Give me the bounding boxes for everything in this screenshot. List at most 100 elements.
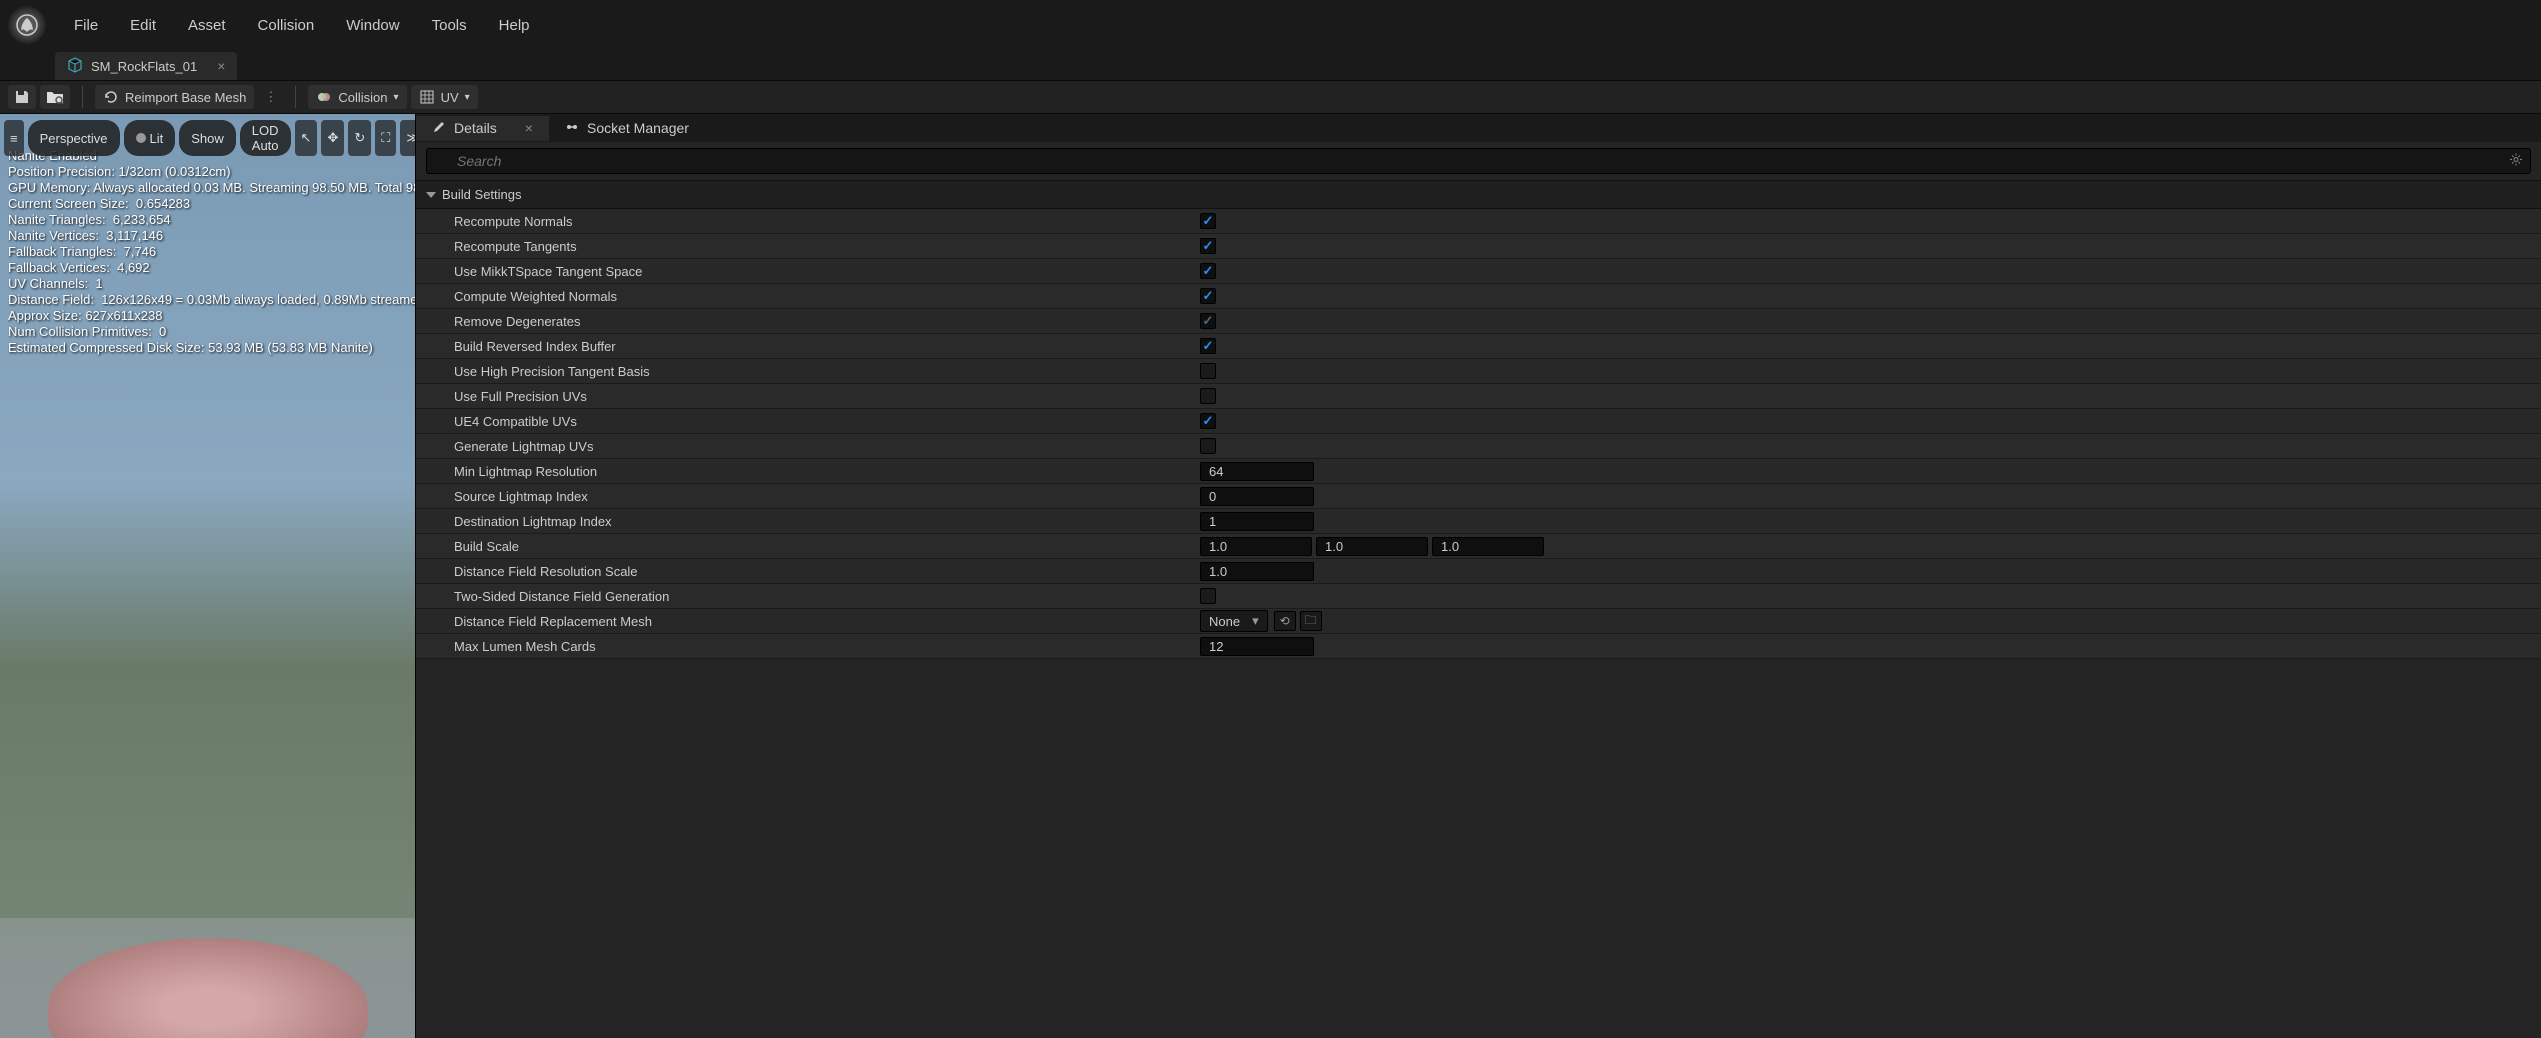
property-row: Compute Weighted Normals	[416, 284, 2541, 309]
details-tab[interactable]: Details ×	[416, 116, 549, 141]
panel-tabs: Details × Socket Manager	[416, 114, 2541, 142]
close-icon[interactable]: ×	[525, 120, 533, 136]
property-label: Distance Field Resolution Scale	[416, 564, 1188, 579]
uv-label: UV	[441, 90, 459, 105]
property-row: Use High Precision Tangent Basis	[416, 359, 2541, 384]
static-mesh-icon	[67, 57, 83, 76]
number-input[interactable]	[1200, 537, 1312, 556]
property-row: Two-Sided Distance Field Generation	[416, 584, 2541, 609]
property-label: Source Lightmap Index	[416, 489, 1188, 504]
menu-collision[interactable]: Collision	[242, 11, 331, 40]
reimport-button[interactable]: Reimport Base Mesh	[95, 85, 254, 109]
main-area: ≡ Perspective Lit Show LOD Auto ↖ ✥ ↻ ⛶ …	[0, 114, 2541, 1038]
property-row: Use Full Precision UVs	[416, 384, 2541, 409]
property-label: Use High Precision Tangent Basis	[416, 364, 1188, 379]
checkbox[interactable]	[1200, 288, 1216, 304]
property-value	[1188, 562, 2541, 581]
menu-file[interactable]: File	[58, 11, 114, 40]
property-label: Min Lightmap Resolution	[416, 464, 1188, 479]
number-input[interactable]	[1432, 537, 1544, 556]
checkbox[interactable]	[1200, 213, 1216, 229]
number-input[interactable]	[1200, 637, 1314, 656]
property-row: Build Scale	[416, 534, 2541, 559]
property-label: Max Lumen Mesh Cards	[416, 639, 1188, 654]
property-row: Build Reversed Index Buffer	[416, 334, 2541, 359]
reimport-options-icon[interactable]: ⋮	[264, 89, 277, 105]
asset-tab[interactable]: SM_RockFlats_01 ×	[55, 52, 237, 80]
search-input[interactable]	[426, 148, 2531, 174]
unreal-logo[interactable]	[8, 6, 46, 44]
move-mode-icon[interactable]: ✥	[321, 120, 344, 156]
checkbox[interactable]	[1200, 588, 1216, 604]
property-row: Recompute Tangents	[416, 234, 2541, 259]
pencil-icon	[432, 120, 446, 137]
checkbox[interactable]	[1200, 263, 1216, 279]
number-input[interactable]	[1200, 512, 1314, 531]
property-value	[1188, 288, 2541, 304]
lit-button[interactable]: Lit	[124, 120, 176, 156]
uv-dropdown[interactable]: UV ▾	[411, 85, 478, 109]
menu-window[interactable]: Window	[330, 11, 415, 40]
property-label: Distance Field Replacement Mesh	[416, 614, 1188, 629]
property-value: None ⟲🗀	[1188, 610, 2541, 632]
settings-icon[interactable]	[2509, 153, 2523, 170]
property-value	[1188, 238, 2541, 254]
browse-asset-icon[interactable]: 🗀	[1300, 611, 1322, 631]
number-input[interactable]	[1200, 487, 1314, 506]
property-value	[1188, 512, 2541, 531]
checkbox[interactable]	[1200, 338, 1216, 354]
toolbar: Reimport Base Mesh ⋮ Collision ▾ UV ▾	[0, 80, 2541, 114]
use-selected-icon[interactable]: ⟲	[1274, 611, 1296, 631]
menu-asset[interactable]: Asset	[172, 11, 242, 40]
toolbar-separator	[295, 86, 296, 108]
rotate-mode-icon[interactable]: ↻	[348, 120, 371, 156]
collision-dropdown[interactable]: Collision ▾	[308, 85, 406, 109]
viewport-stats-overlay: Nanite Enabled Position Precision: 1/32c…	[8, 148, 416, 356]
show-button[interactable]: Show	[179, 120, 236, 156]
socket-manager-tab[interactable]: Socket Manager	[549, 116, 705, 141]
checkbox[interactable]	[1200, 313, 1216, 329]
select-mode-icon[interactable]: ↖	[295, 120, 318, 156]
details-tab-label: Details	[454, 120, 497, 136]
property-value	[1188, 388, 2541, 404]
property-value	[1188, 537, 2541, 556]
property-value	[1188, 462, 2541, 481]
number-input[interactable]	[1316, 537, 1428, 556]
socket-tab-label: Socket Manager	[587, 120, 689, 136]
build-settings-header[interactable]: Build Settings	[416, 181, 2541, 209]
viewport[interactable]: ≡ Perspective Lit Show LOD Auto ↖ ✥ ↻ ⛶ …	[0, 114, 416, 1038]
property-value	[1188, 313, 2541, 329]
viewport-options-button[interactable]: ≡	[4, 120, 24, 156]
number-input[interactable]	[1200, 562, 1314, 581]
menu-help[interactable]: Help	[483, 11, 546, 40]
checkbox[interactable]	[1200, 363, 1216, 379]
scale-mode-icon[interactable]: ⛶	[375, 120, 396, 156]
number-input[interactable]	[1200, 462, 1314, 481]
tab-close-icon[interactable]: ×	[217, 58, 225, 74]
property-value	[1188, 637, 2541, 656]
property-row: Use MikkTSpace Tangent Space	[416, 259, 2541, 284]
socket-icon	[565, 120, 579, 137]
collision-label: Collision	[338, 90, 387, 105]
checkbox[interactable]	[1200, 238, 1216, 254]
property-value	[1188, 487, 2541, 506]
more-icon[interactable]: ≫	[400, 120, 416, 156]
checkbox[interactable]	[1200, 413, 1216, 429]
checkbox[interactable]	[1200, 388, 1216, 404]
property-value	[1188, 338, 2541, 354]
perspective-button[interactable]: Perspective	[28, 120, 120, 156]
property-value	[1188, 363, 2541, 379]
property-label: Generate Lightmap UVs	[416, 439, 1188, 454]
asset-dropdown[interactable]: None	[1200, 610, 1268, 632]
property-label: Use Full Precision UVs	[416, 389, 1188, 404]
menu-edit[interactable]: Edit	[114, 11, 172, 40]
property-label: Build Scale	[416, 539, 1188, 554]
details-panel: Details × Socket Manager	[416, 114, 2541, 1038]
menu-tools[interactable]: Tools	[416, 11, 483, 40]
lod-button[interactable]: LOD Auto	[240, 120, 291, 156]
checkbox[interactable]	[1200, 438, 1216, 454]
save-button[interactable]	[8, 85, 36, 109]
browse-button[interactable]	[40, 85, 70, 109]
property-label: Compute Weighted Normals	[416, 289, 1188, 304]
property-row: Min Lightmap Resolution	[416, 459, 2541, 484]
